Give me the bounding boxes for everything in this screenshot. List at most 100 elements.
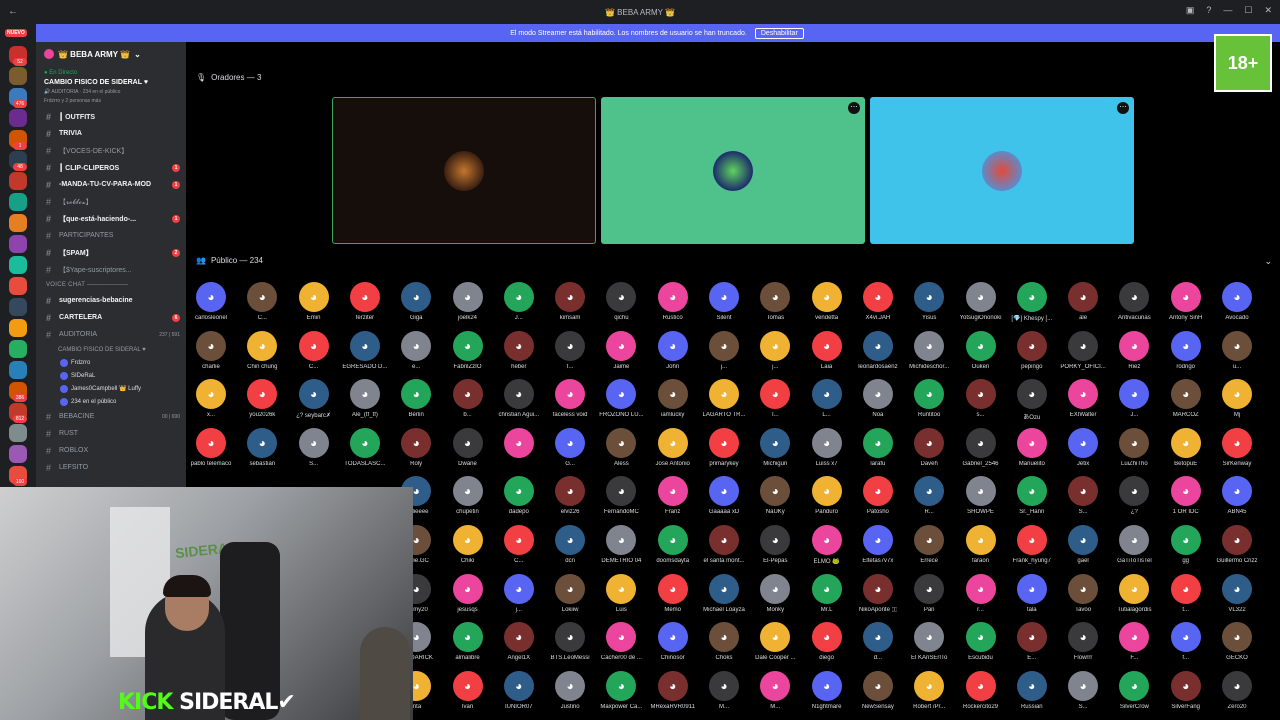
audience-member[interactable]: ◕ G... bbox=[547, 427, 593, 474]
audience-member[interactable]: ◕ ferziter bbox=[342, 282, 388, 328]
server-icon[interactable] bbox=[9, 277, 27, 295]
audience-member[interactable]: ◕ qichu bbox=[598, 282, 644, 328]
audience-member[interactable]: ◕ chupetin bbox=[445, 476, 491, 522]
channel-item[interactable]: # 【$Yape-suscriptores... bbox=[36, 261, 186, 278]
back-arrow-icon[interactable]: ← bbox=[8, 6, 18, 17]
audience-member[interactable]: ◕ primarykey bbox=[701, 427, 747, 474]
server-icon[interactable] bbox=[9, 445, 27, 463]
channel-item[interactable]: # 【que-está-haciendo-... 1 bbox=[36, 210, 186, 227]
audience-member[interactable]: ◕ Tavoo bbox=[1060, 573, 1106, 620]
server-icon[interactable] bbox=[9, 361, 27, 379]
audience-member[interactable]: ◕ ¿? seybarc✗ bbox=[291, 379, 337, 425]
audience-member[interactable]: ◕ Rustico bbox=[650, 282, 696, 328]
server-icon[interactable] bbox=[9, 109, 27, 127]
voice-user[interactable]: James0Campbell 👑 Luffy bbox=[36, 382, 186, 395]
audience-member[interactable]: ◕ Antony SinH bbox=[1163, 282, 1209, 328]
server-icon[interactable] bbox=[9, 214, 27, 232]
audience-member[interactable]: ◕ tala bbox=[1009, 573, 1055, 620]
audience-member[interactable]: ◕ j... bbox=[752, 330, 798, 377]
audience-member[interactable]: ◕ Michael Loayza bbox=[701, 573, 747, 620]
audience-member[interactable]: ◕ Emin bbox=[291, 282, 337, 328]
audience-member[interactable]: ◕ F... bbox=[1111, 622, 1157, 668]
audience-member[interactable]: ◕ gg bbox=[1163, 525, 1209, 571]
audience-member[interactable]: ◕ Roly bbox=[393, 427, 439, 474]
audience-member[interactable]: ◕ J... bbox=[1111, 379, 1157, 425]
audience-member[interactable]: ◕ Errece bbox=[906, 525, 952, 571]
audience-member[interactable]: ◕ John bbox=[650, 330, 696, 377]
audience-member[interactable]: ◕ FROZONO LU... bbox=[598, 379, 644, 425]
audience-member[interactable]: ◕ Silent bbox=[701, 282, 747, 328]
audience-member[interactable]: ◕ Choks bbox=[701, 622, 747, 668]
audience-member[interactable]: ◕ dadepo bbox=[496, 476, 542, 522]
audience-member[interactable]: ◕ J... bbox=[496, 282, 542, 328]
audience-member[interactable]: ◕ EXIWalter bbox=[1060, 379, 1106, 425]
audience-member[interactable]: ◕ LuiZhiTho bbox=[1111, 427, 1157, 474]
audience-member[interactable]: ◕ Panduro bbox=[804, 476, 850, 522]
audience-member[interactable]: ◕ BTS.LeoMessi bbox=[547, 622, 593, 668]
audience-member[interactable]: ◕ TODASLASC... bbox=[342, 427, 388, 474]
channel-item[interactable]: # RUST bbox=[36, 425, 186, 442]
audience-member[interactable]: ◕ jesusqs bbox=[445, 573, 491, 620]
audience-member[interactable]: ◕ Sr._Hann bbox=[1009, 476, 1055, 522]
audience-member[interactable]: ◕ I... bbox=[752, 379, 798, 425]
audience-member[interactable]: ◕ dcn bbox=[547, 525, 593, 571]
audience-member[interactable]: ◕ e... bbox=[393, 330, 439, 377]
audience-member[interactable]: ◕ El-Pepas bbox=[752, 525, 798, 571]
audience-member[interactable]: ◕ doomsdayta bbox=[650, 525, 696, 571]
audience-member[interactable]: ◕ Daveh bbox=[906, 427, 952, 474]
audience-member[interactable]: ◕ S... bbox=[1060, 670, 1106, 717]
audience-member[interactable]: ◕ faraon bbox=[958, 525, 1004, 571]
audience-member[interactable]: ◕ Avocado bbox=[1214, 282, 1260, 328]
channel-item[interactable]: # 【VOCES-DE-KICK】 bbox=[36, 142, 186, 159]
audience-member[interactable]: ◕ Eltetas7v7x bbox=[855, 525, 901, 571]
audience-member[interactable]: ◕ Ale_(tf_tf) bbox=[342, 379, 388, 425]
audience-member[interactable]: ◕ Giga bbox=[393, 282, 439, 328]
voice-category[interactable]: VOICE CHAT ───────── bbox=[36, 278, 186, 292]
channel-item[interactable]: # AUDITORIA 237 | 591 bbox=[36, 326, 186, 343]
audience-member[interactable]: ◕ j... bbox=[701, 330, 747, 377]
audience-member[interactable]: ◕ iamlucky bbox=[650, 379, 696, 425]
server-icon[interactable] bbox=[9, 319, 27, 337]
audience-member[interactable]: ◕ Manuelito bbox=[1009, 427, 1055, 474]
audience-member[interactable]: ◕ kimsam bbox=[547, 282, 593, 328]
audience-member[interactable]: ◕ Jetix bbox=[1060, 427, 1106, 474]
audience-member[interactable]: ◕ R... bbox=[906, 476, 952, 522]
audience-member[interactable]: ◕ Justino bbox=[547, 670, 593, 717]
audience-member[interactable]: ◕ r... bbox=[958, 573, 1004, 620]
audience-member[interactable]: ◕ Maxpower Ca... bbox=[598, 670, 644, 717]
audience-member[interactable]: ◕ Rockercito29 bbox=[958, 670, 1004, 717]
minimize-button[interactable]: — bbox=[1223, 5, 1232, 16]
audience-member[interactable]: ◕ Aless bbox=[598, 427, 644, 474]
audience-member[interactable]: ◕ ale bbox=[1060, 282, 1106, 328]
audience-member[interactable]: ◕ Riez bbox=[1111, 330, 1157, 377]
server-icon[interactable] bbox=[9, 256, 27, 274]
audience-member[interactable]: ◕ N1ghtmare bbox=[804, 670, 850, 717]
audience-member[interactable]: ◕ Dale Cooper ... bbox=[752, 622, 798, 668]
audience-member[interactable]: ◕ Luiss x7 bbox=[804, 427, 850, 474]
audience-member[interactable]: ◕ Berlin bbox=[393, 379, 439, 425]
channel-item[interactable]: # sugerencias-bebacine bbox=[36, 292, 186, 309]
audience-member[interactable]: ◕ joelk24 bbox=[445, 282, 491, 328]
audience-member[interactable]: ◕ C... bbox=[239, 282, 285, 328]
audience-member[interactable]: ◕ GECKO bbox=[1214, 622, 1260, 668]
server-icon[interactable] bbox=[9, 340, 27, 358]
audience-member[interactable]: ◕ gael bbox=[1060, 525, 1106, 571]
audience-member[interactable]: ◕ d... bbox=[855, 622, 901, 668]
audience-member[interactable]: ◕ E... bbox=[1009, 622, 1055, 668]
audience-member[interactable]: ◕ PORKY_OFICI... bbox=[1060, 330, 1106, 377]
audience-member[interactable]: ◕ Jaime bbox=[598, 330, 644, 377]
audience-member[interactable]: ◕ carlosleonel bbox=[188, 282, 234, 328]
server-icon[interactable] bbox=[9, 298, 27, 316]
audience-member[interactable]: ◕ x... bbox=[188, 379, 234, 425]
more-options-icon[interactable]: ⋯ bbox=[1117, 102, 1129, 114]
audience-member[interactable]: ◕ Chin chung bbox=[239, 330, 285, 377]
audience-member[interactable]: ◕ S... bbox=[1060, 476, 1106, 522]
audience-member[interactable]: ◕ leonardosaenz bbox=[855, 330, 901, 377]
audience-member[interactable]: ◕ EGRESADO D... bbox=[342, 330, 388, 377]
audience-member[interactable]: ◕ Monky bbox=[752, 573, 798, 620]
audience-member[interactable]: ◕ C... bbox=[291, 330, 337, 377]
audience-member[interactable]: ◕ christian Agui... bbox=[496, 379, 542, 425]
audience-member[interactable]: ◕ ¿? bbox=[1111, 476, 1157, 522]
audience-member[interactable]: ◕ Lokiiw bbox=[547, 573, 593, 620]
audience-member[interactable]: ◕ Guillermo Crizz bbox=[1214, 525, 1260, 571]
